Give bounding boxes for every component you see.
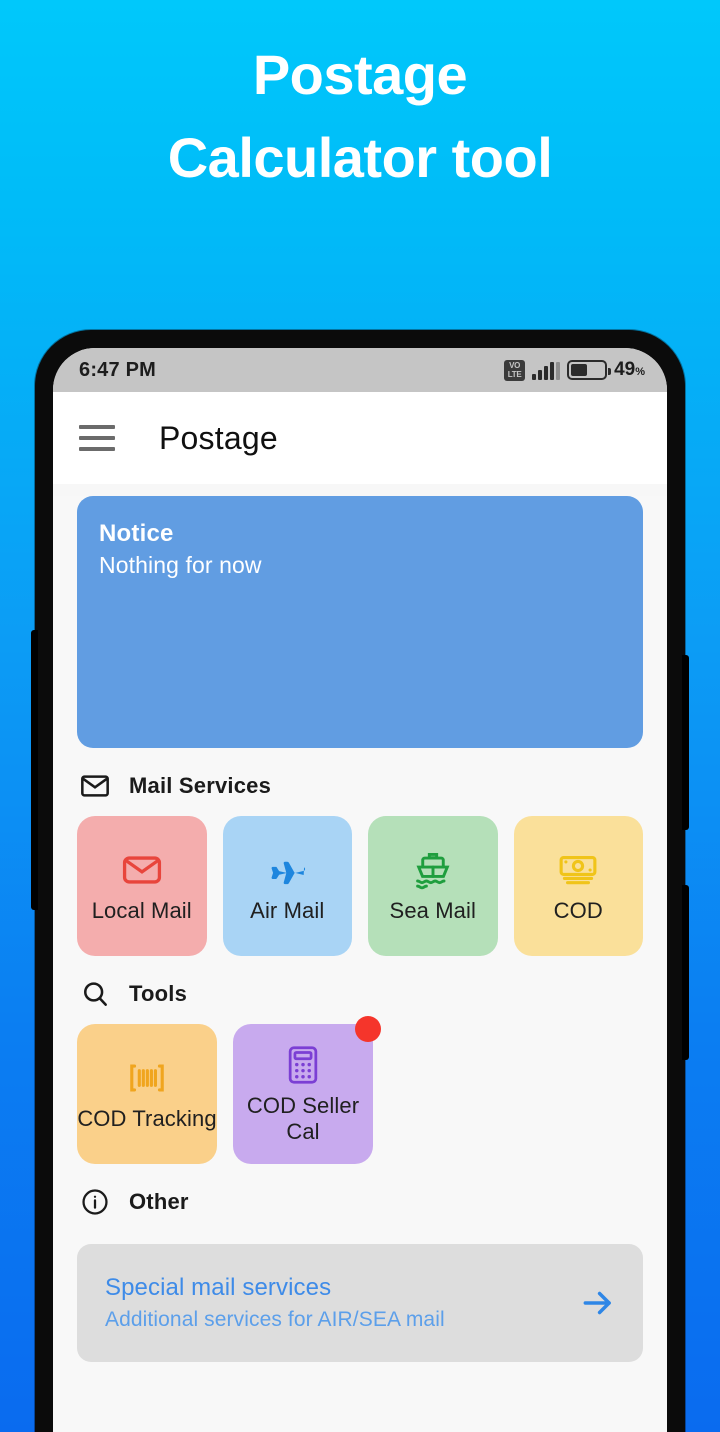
tile-label: Sea Mail [389,898,476,924]
volte-icon: VO LTE [504,359,526,381]
calculator-icon [288,1046,318,1084]
tile-label: Air Mail [250,898,325,924]
phone-left-button[interactable] [31,630,38,910]
volte-line-1: VO [509,360,521,370]
mail-services-tiles: Local Mail Air Mail Sea Mail COD [53,816,667,956]
page-title: Postage [159,419,278,456]
promo-line-2: Calculator tool [167,125,553,189]
section-header-mail-services: Mail Services [53,748,667,816]
tools-tiles: COD Tracking COD Seller Cal [53,1016,667,1164]
section-title-other: Other [129,1189,189,1214]
tile-label: COD Seller Cal [246,1093,360,1144]
ship-icon [415,852,450,890]
promo-line-1: Postage [252,43,468,106]
volte-line-2: LTE [507,369,522,379]
section-header-tools: Tools [53,956,667,1024]
signal-bars-icon [532,361,561,380]
tile-label: COD Tracking [77,1106,217,1132]
envelope-icon [122,856,161,884]
special-mail-services-card[interactable]: Special mail services Additional service… [77,1244,643,1362]
battery-percent-label: 49% [614,359,645,381]
tile-label: COD [553,898,603,924]
section-header-other: Other [53,1164,667,1232]
notification-badge [355,1016,381,1042]
battery-percent-value: 49 [614,359,636,380]
banknote-icon [559,855,597,885]
notice-card[interactable]: Notice Nothing for now [77,496,643,748]
search-icon [83,982,107,1006]
notice-subtitle: Nothing for now [99,552,262,578]
app-content: Notice Nothing for now Mail Services Loc [53,496,667,1432]
phone-volume-button[interactable] [682,655,689,830]
promo-headline: Postage Calculator tool [0,34,720,200]
tile-sea-mail[interactable]: Sea Mail [368,816,498,956]
status-time: 6:47 PM [79,358,156,381]
special-mail-services-title: Special mail services [105,1274,332,1301]
tile-cod-tracking[interactable]: COD Tracking [77,1024,217,1164]
info-circle-icon [82,1189,108,1215]
barcode-icon [130,1064,164,1092]
notice-title: Notice [99,520,174,547]
section-title-tools: Tools [129,981,188,1006]
phone-mockup: 6:47 PM VO LTE 49% Postage Notice Nothin… [31,330,689,1432]
special-mail-services-text: Special mail services Additional service… [105,1274,445,1332]
percent-symbol: % [635,366,645,378]
tile-cod[interactable]: COD [513,816,643,956]
arrow-right-icon[interactable] [579,1284,617,1322]
tile-local-mail[interactable]: Local Mail [77,816,207,956]
phone-screen: 6:47 PM VO LTE 49% Postage Notice Nothin… [53,348,667,1432]
airplane-icon [271,861,306,885]
section-title-mail-services: Mail Services [129,773,272,798]
status-indicators: VO LTE 49% [504,359,645,381]
phone-power-button[interactable] [682,885,689,1060]
envelope-icon [81,775,109,797]
status-bar: 6:47 PM VO LTE 49% [53,348,667,392]
tile-label: Local Mail [91,898,192,924]
tile-air-mail[interactable]: Air Mail [222,816,352,956]
app-bar: Postage [53,392,667,484]
special-mail-services-subtitle: Additional services for AIR/SEA mail [105,1308,445,1331]
battery-icon [567,360,612,380]
hamburger-menu-icon[interactable] [79,425,115,451]
tile-cod-seller-cal[interactable]: COD Seller Cal [233,1016,381,1164]
